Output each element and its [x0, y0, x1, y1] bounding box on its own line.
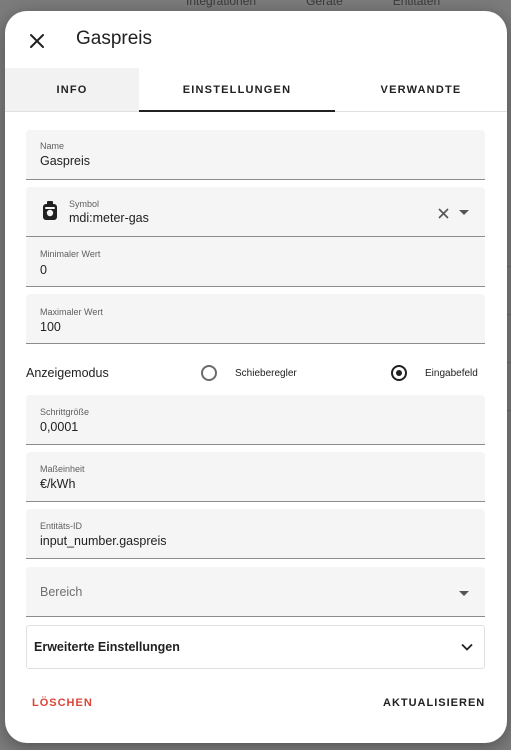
dropdown-arrow-icon[interactable]: [459, 591, 469, 596]
area-placeholder: Bereich: [40, 585, 83, 599]
unit-label: Maßeinheit: [40, 464, 85, 474]
chevron-down-icon: [461, 643, 473, 651]
update-button[interactable]: AKTUALISIEREN: [383, 697, 485, 709]
clear-icon[interactable]: [438, 208, 449, 219]
tab-settings[interactable]: EINSTELLUNGEN: [139, 68, 335, 112]
symbol-value: mdi:meter-gas: [69, 211, 149, 225]
delete-button[interactable]: LÖSCHEN: [32, 697, 93, 709]
min-value-field[interactable]: Minimaler Wert 0: [26, 237, 485, 287]
entity-id-label: Entitäts-ID: [40, 521, 83, 531]
display-mode-row: Anzeigemodus Schieberegler Eingabefeld: [26, 361, 496, 387]
unit-value: €/kWh: [40, 477, 76, 491]
max-value-field[interactable]: Maximaler Wert 100: [26, 294, 485, 344]
background-tab: Geräte: [306, 0, 343, 8]
step-value: 0,0001: [40, 420, 79, 434]
radio-input-field[interactable]: [391, 365, 407, 381]
step-field[interactable]: Schrittgröße 0,0001: [26, 395, 485, 445]
close-icon: [30, 34, 44, 48]
tab-info[interactable]: INFO: [5, 68, 139, 111]
background-tabs: Integrationen Geräte Entitäten: [186, 0, 440, 8]
tab-related[interactable]: VERWANDTE: [335, 68, 507, 111]
max-value-label: Maximaler Wert: [40, 307, 103, 317]
background-tab: Entitäten: [392, 0, 441, 8]
area-select[interactable]: Bereich: [26, 567, 485, 617]
symbol-label: Symbol: [69, 199, 100, 209]
entity-settings-dialog: Gaspreis INFO EINSTELLUNGEN VERWANDTE Na…: [5, 11, 507, 743]
name-field[interactable]: Name Gaspreis: [26, 130, 485, 180]
name-value: Gaspreis: [40, 154, 91, 168]
entity-id-value: input_number.gaspreis: [40, 534, 167, 548]
dialog-title: Gaspreis: [76, 28, 153, 49]
close-button[interactable]: [23, 27, 51, 55]
min-value-value: 0: [40, 263, 47, 277]
tab-bar: INFO EINSTELLUNGEN VERWANDTE: [5, 68, 507, 112]
entity-id-field[interactable]: Entitäts-ID input_number.gaspreis: [26, 509, 485, 559]
step-label: Schrittgröße: [40, 407, 90, 417]
max-value-value: 100: [40, 320, 61, 334]
radio-slider[interactable]: [201, 365, 217, 381]
advanced-settings-expander[interactable]: Erweiterte Einstellungen: [26, 625, 485, 669]
display-mode-label: Anzeigemodus: [26, 366, 109, 380]
name-label: Name: [40, 141, 65, 151]
dropdown-arrow-icon[interactable]: [459, 210, 469, 215]
radio-slider-label[interactable]: Schieberegler: [235, 368, 297, 379]
min-value-label: Minimaler Wert: [40, 249, 101, 259]
meter-gas-icon: [43, 201, 57, 220]
radio-input-field-label[interactable]: Eingabefeld: [425, 368, 478, 379]
advanced-settings-label: Erweiterte Einstellungen: [34, 640, 180, 654]
background-tab: Integrationen: [186, 0, 257, 8]
dialog-header: Gaspreis: [5, 11, 507, 69]
unit-field[interactable]: Maßeinheit €/kWh: [26, 452, 485, 502]
symbol-field[interactable]: Symbol mdi:meter-gas: [26, 187, 485, 237]
